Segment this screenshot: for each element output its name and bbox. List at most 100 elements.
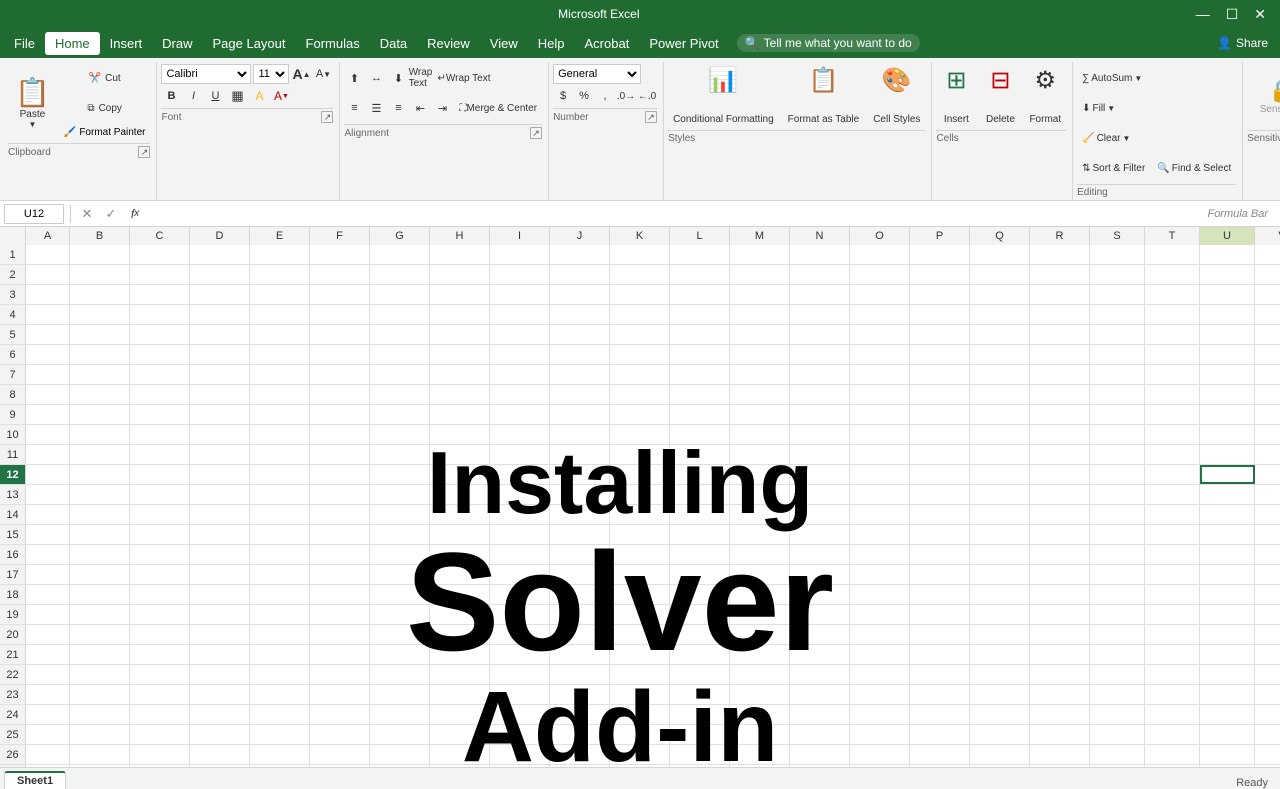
cell-H8[interactable] <box>430 385 490 404</box>
cell-U5[interactable] <box>1200 325 1255 344</box>
cell-L4[interactable] <box>670 305 730 324</box>
cell-S13[interactable] <box>1090 485 1145 504</box>
comma-button[interactable]: , <box>595 86 615 106</box>
cell-A13[interactable] <box>26 485 70 504</box>
cell-B11[interactable] <box>70 445 130 464</box>
cell-O14[interactable] <box>850 505 910 524</box>
cell-U26[interactable] <box>1200 745 1255 764</box>
cell-T6[interactable] <box>1145 345 1200 364</box>
cell-S18[interactable] <box>1090 585 1145 604</box>
decrease-indent-button[interactable]: ⇤ <box>410 98 430 118</box>
cell-O19[interactable] <box>850 605 910 624</box>
sheet-tab-1[interactable]: Sheet1 <box>4 771 66 789</box>
cell-K6[interactable] <box>610 345 670 364</box>
cell-L16[interactable] <box>670 545 730 564</box>
cell-P21[interactable] <box>910 645 970 664</box>
cell-E27[interactable] <box>250 765 310 767</box>
cell-K23[interactable] <box>610 685 670 704</box>
cell-E10[interactable] <box>250 425 310 444</box>
cell-R15[interactable] <box>1030 525 1090 544</box>
cell-V12[interactable] <box>1255 465 1280 484</box>
cell-H7[interactable] <box>430 365 490 384</box>
cell-Q17[interactable] <box>970 565 1030 584</box>
cell-C9[interactable] <box>130 405 190 424</box>
cell-V13[interactable] <box>1255 485 1280 504</box>
cell-K27[interactable] <box>610 765 670 767</box>
cell-P4[interactable] <box>910 305 970 324</box>
cell-M12[interactable] <box>730 465 790 484</box>
menu-page-layout[interactable]: Page Layout <box>203 32 296 55</box>
cell-C19[interactable] <box>130 605 190 624</box>
cell-M6[interactable] <box>730 345 790 364</box>
col-header-U[interactable]: U <box>1200 227 1255 245</box>
cell-R17[interactable] <box>1030 565 1090 584</box>
cell-B22[interactable] <box>70 665 130 684</box>
paste-button[interactable]: 📋 Paste ▼ <box>8 71 57 135</box>
cell-F14[interactable] <box>310 505 370 524</box>
col-header-P[interactable]: P <box>910 227 970 245</box>
cell-F24[interactable] <box>310 705 370 724</box>
cell-A7[interactable] <box>26 365 70 384</box>
cell-T22[interactable] <box>1145 665 1200 684</box>
cell-R12[interactable] <box>1030 465 1090 484</box>
cell-T10[interactable] <box>1145 425 1200 444</box>
cell-P15[interactable] <box>910 525 970 544</box>
cell-P10[interactable] <box>910 425 970 444</box>
cell-D4[interactable] <box>190 305 250 324</box>
cell-G19[interactable] <box>370 605 430 624</box>
cell-G5[interactable] <box>370 325 430 344</box>
cell-T15[interactable] <box>1145 525 1200 544</box>
cell-I11[interactable] <box>490 445 550 464</box>
align-left-button[interactable]: ≡ <box>344 98 364 118</box>
cell-C5[interactable] <box>130 325 190 344</box>
cell-S24[interactable] <box>1090 705 1145 724</box>
cell-R5[interactable] <box>1030 325 1090 344</box>
cell-U7[interactable] <box>1200 365 1255 384</box>
cell-U11[interactable] <box>1200 445 1255 464</box>
cell-E26[interactable] <box>250 745 310 764</box>
cell-A14[interactable] <box>26 505 70 524</box>
cell-N19[interactable] <box>790 605 850 624</box>
cell-J1[interactable] <box>550 245 610 264</box>
formula-input[interactable] <box>149 204 1203 224</box>
cell-H12[interactable] <box>430 465 490 484</box>
cell-U17[interactable] <box>1200 565 1255 584</box>
cell-S15[interactable] <box>1090 525 1145 544</box>
cell-E13[interactable] <box>250 485 310 504</box>
cell-P3[interactable] <box>910 285 970 304</box>
cell-G10[interactable] <box>370 425 430 444</box>
cell-K10[interactable] <box>610 425 670 444</box>
cell-L3[interactable] <box>670 285 730 304</box>
cell-V20[interactable] <box>1255 625 1280 644</box>
col-header-D[interactable]: D <box>190 227 250 245</box>
cell-K15[interactable] <box>610 525 670 544</box>
cell-K1[interactable] <box>610 245 670 264</box>
cell-H27[interactable] <box>430 765 490 767</box>
cell-T14[interactable] <box>1145 505 1200 524</box>
cell-C1[interactable] <box>130 245 190 264</box>
cell-K18[interactable] <box>610 585 670 604</box>
col-header-S[interactable]: S <box>1090 227 1145 245</box>
cell-G18[interactable] <box>370 585 430 604</box>
cell-C14[interactable] <box>130 505 190 524</box>
cell-K12[interactable] <box>610 465 670 484</box>
cell-S12[interactable] <box>1090 465 1145 484</box>
menu-formulas[interactable]: Formulas <box>296 32 370 55</box>
cell-F1[interactable] <box>310 245 370 264</box>
cell-B15[interactable] <box>70 525 130 544</box>
cell-E11[interactable] <box>250 445 310 464</box>
cell-D19[interactable] <box>190 605 250 624</box>
cell-P24[interactable] <box>910 705 970 724</box>
cell-L24[interactable] <box>670 705 730 724</box>
cell-U22[interactable] <box>1200 665 1255 684</box>
menu-insert[interactable]: Insert <box>100 32 153 55</box>
cell-H1[interactable] <box>430 245 490 264</box>
percent-button[interactable]: % <box>574 86 594 106</box>
cell-T18[interactable] <box>1145 585 1200 604</box>
cell-N5[interactable] <box>790 325 850 344</box>
cell-E8[interactable] <box>250 385 310 404</box>
cell-F20[interactable] <box>310 625 370 644</box>
cell-J10[interactable] <box>550 425 610 444</box>
cell-C18[interactable] <box>130 585 190 604</box>
cell-A17[interactable] <box>26 565 70 584</box>
